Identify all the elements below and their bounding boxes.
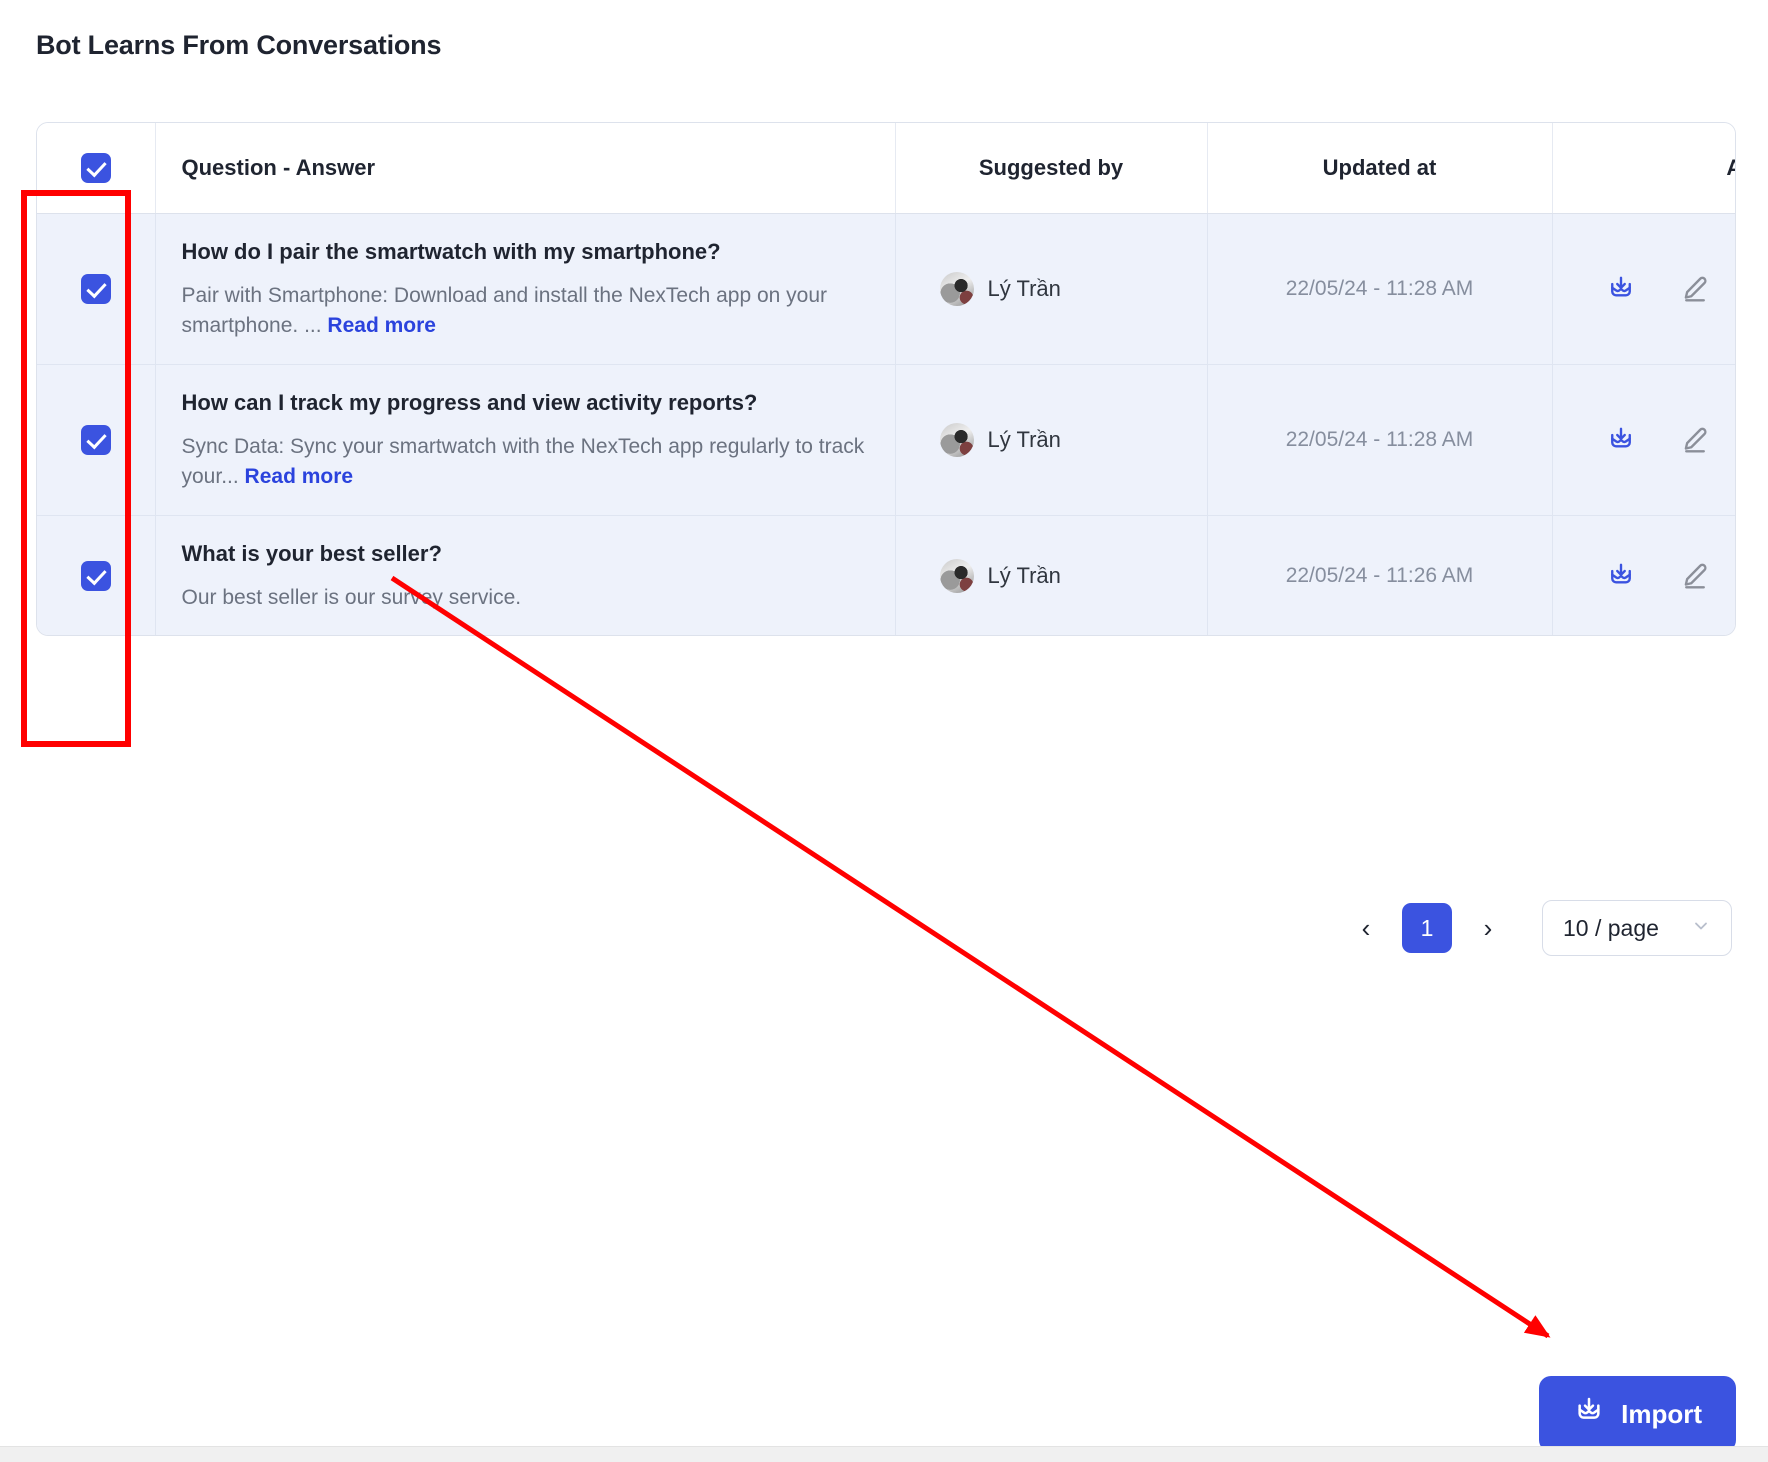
table-header: Question - Answer Suggested by Updated a… — [37, 123, 1735, 214]
pagination-page-1[interactable]: 1 — [1402, 903, 1452, 953]
select-all-checkbox[interactable] — [80, 152, 111, 183]
question-text: How can I track my progress and view act… — [181, 389, 758, 415]
question-answer-cell: How do I pair the smartwatch with my sma… — [155, 213, 896, 365]
import-icon — [1573, 1395, 1605, 1434]
updated-at-cell: 22/05/24 - 11:26 AM — [1207, 515, 1553, 636]
edit-icon[interactable] — [1679, 273, 1711, 305]
pagination: ‹ 1 › 10 / page — [1346, 900, 1732, 956]
bottom-scroll-strip — [0, 1446, 1768, 1462]
column-header-question-answer[interactable]: Question - Answer — [155, 123, 896, 214]
table-row: How do I pair the smartwatch with my sma… — [37, 213, 1735, 365]
column-header-actions: Actions — [1552, 123, 1735, 214]
updated-at-text: 22/05/24 - 11:26 AM — [1285, 563, 1474, 587]
import-button-label: Import — [1621, 1398, 1702, 1429]
pagination-prev-icon[interactable]: ‹ — [1346, 908, 1386, 948]
answer-body: Pair with Smartphone: Download and insta… — [181, 283, 828, 338]
row-select-cell — [37, 213, 156, 365]
answer-text: Sync Data: Sync your smartwatch with the… — [182, 432, 869, 493]
read-more-link[interactable]: Read more — [245, 465, 354, 488]
import-icon[interactable] — [1605, 424, 1637, 456]
avatar — [939, 558, 974, 593]
suggested-by-cell: Lý Trần — [895, 515, 1208, 636]
page-size-label: 10 / page — [1563, 914, 1659, 941]
question-answer-cell: How can I track my progress and view act… — [155, 364, 896, 516]
avatar — [939, 422, 974, 457]
edit-icon[interactable] — [1679, 560, 1711, 592]
suggested-by-name: Lý Trần — [987, 562, 1061, 588]
table-row: What is your best seller? Our best selle… — [37, 515, 1735, 636]
actions-cell — [1552, 515, 1735, 636]
updated-at-cell: 22/05/24 - 11:28 AM — [1207, 364, 1553, 516]
answer-text: Pair with Smartphone: Download and insta… — [182, 281, 869, 342]
table-body: How do I pair the smartwatch with my sma… — [37, 213, 1735, 636]
row-select-cell — [37, 364, 156, 516]
read-more-link[interactable]: Read more — [327, 314, 436, 337]
import-icon[interactable] — [1605, 560, 1637, 592]
select-all-header — [37, 123, 156, 214]
page-title: Bot Learns From Conversations — [36, 30, 442, 60]
answer-body: Our best seller is our survey service. — [181, 585, 522, 609]
edit-icon[interactable] — [1679, 424, 1711, 456]
suggested-by-name: Lý Trần — [987, 275, 1061, 301]
suggested-by-cell: Lý Trần — [895, 364, 1208, 516]
updated-at-text: 22/05/24 - 11:28 AM — [1285, 276, 1474, 300]
actions-cell — [1552, 213, 1735, 365]
row-select-cell — [37, 515, 156, 636]
page-size-select[interactable]: 10 / page — [1542, 900, 1732, 956]
question-answer-cell: What is your best seller? Our best selle… — [155, 515, 896, 636]
question-text: What is your best seller? — [181, 540, 442, 566]
row-checkbox[interactable] — [80, 424, 111, 455]
qa-table: Question - Answer Suggested by Updated a… — [37, 123, 1735, 636]
updated-at-text: 22/05/24 - 11:28 AM — [1285, 427, 1474, 451]
suggested-by-cell: Lý Trần — [895, 213, 1208, 365]
column-header-suggested-by[interactable]: Suggested by — [895, 123, 1208, 214]
actions-cell — [1552, 364, 1735, 516]
avatar — [939, 271, 974, 306]
answer-text: Our best seller is our survey service. — [182, 583, 869, 613]
import-button[interactable]: Import — [1539, 1376, 1736, 1452]
suggested-by-name: Lý Trần — [987, 426, 1061, 452]
table-header-row: Question - Answer Suggested by Updated a… — [37, 123, 1735, 214]
updated-at-cell: 22/05/24 - 11:28 AM — [1207, 213, 1553, 365]
row-checkbox[interactable] — [80, 273, 111, 304]
chevron-down-icon — [1691, 916, 1711, 941]
import-icon[interactable] — [1605, 273, 1637, 305]
question-text: How do I pair the smartwatch with my sma… — [181, 238, 721, 264]
qa-table-card: Question - Answer Suggested by Updated a… — [36, 122, 1736, 637]
row-checkbox[interactable] — [80, 560, 111, 591]
column-header-updated-at[interactable]: Updated at — [1207, 123, 1553, 214]
table-row: How can I track my progress and view act… — [37, 364, 1735, 516]
pagination-next-icon[interactable]: › — [1468, 908, 1508, 948]
